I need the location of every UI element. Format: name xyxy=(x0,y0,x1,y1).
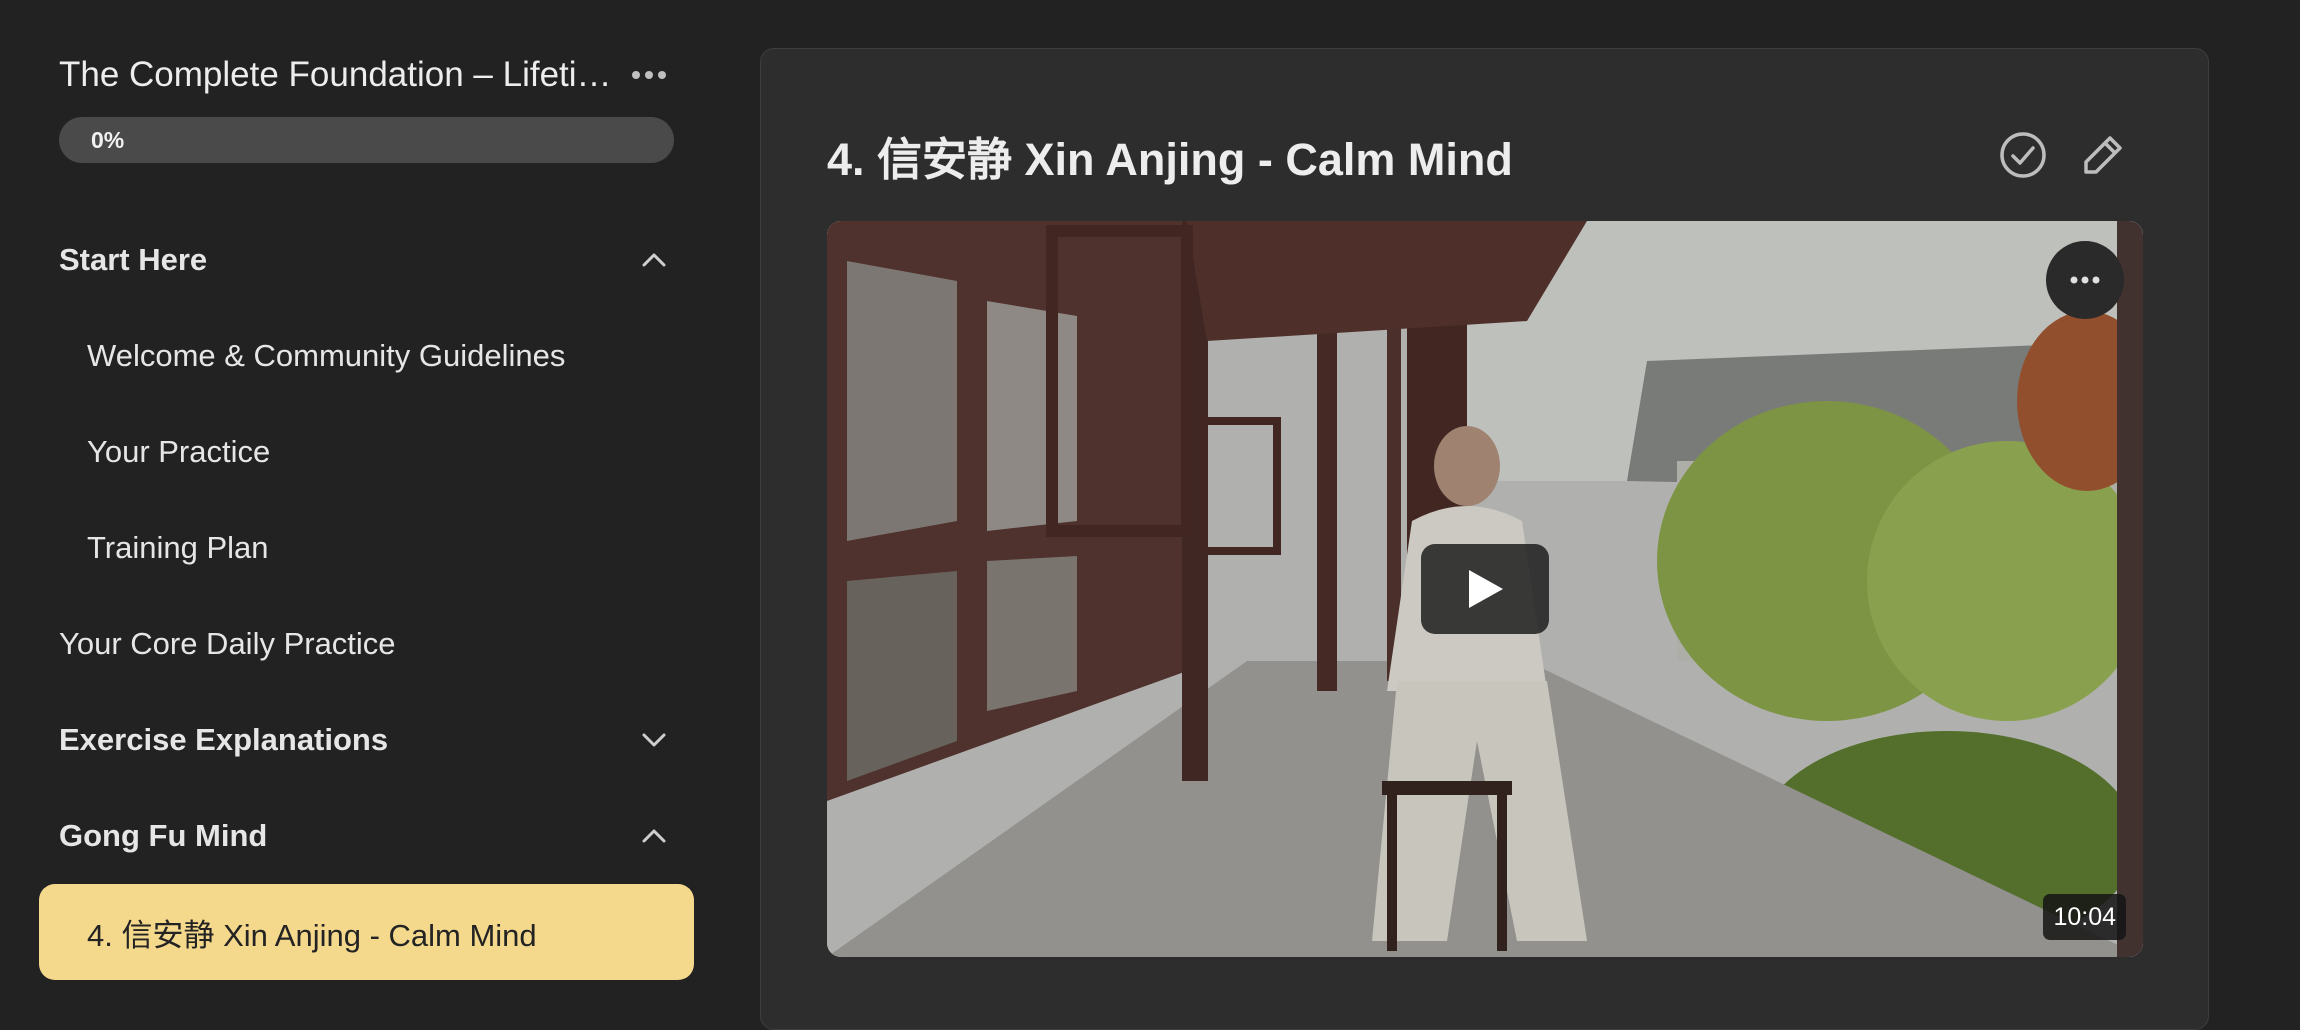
chevron-down-icon[interactable] xyxy=(634,720,674,760)
mark-complete-button[interactable] xyxy=(1995,127,2051,183)
lesson-label: Welcome & Community Guidelines xyxy=(87,338,566,373)
chevron-up-icon[interactable] xyxy=(634,240,674,280)
section-label: Start Here xyxy=(59,242,208,277)
page-label: Your Core Daily Practice xyxy=(59,626,396,661)
lesson-label: Training Plan xyxy=(87,530,269,565)
lesson-panel: 4. 信安静 Xin Anjing - Calm Mind 10:04 xyxy=(760,48,2209,1030)
more-horizontal-icon xyxy=(2070,276,2100,284)
section-exercise-explanations[interactable]: Exercise Explanations xyxy=(59,710,674,770)
course-sidebar: The Complete Foundation – Lifetime Acces… xyxy=(0,0,720,1004)
video-duration: 10:04 xyxy=(2043,894,2126,940)
course-menu-button[interactable] xyxy=(624,50,674,100)
section-label: Exercise Explanations xyxy=(59,722,389,757)
lesson-label: 4. 信安静 Xin Anjing - Calm Mind xyxy=(87,917,537,953)
lesson-xin-anjing-calm-mind[interactable]: 4. 信安静 Xin Anjing - Calm Mind xyxy=(39,884,694,980)
edit-button[interactable] xyxy=(2075,127,2131,183)
page-your-core-daily-practice[interactable]: Your Core Daily Practice xyxy=(59,614,674,674)
course-progress-bar: 0% xyxy=(59,117,674,163)
lesson-training-plan[interactable]: Training Plan xyxy=(87,518,674,578)
lesson-your-practice[interactable]: Your Practice xyxy=(87,422,674,482)
check-circle-icon xyxy=(2000,132,2046,178)
pencil-icon xyxy=(2084,136,2122,174)
section-start-here[interactable]: Start Here xyxy=(59,230,674,290)
course-title: The Complete Foundation – Lifetime Acces… xyxy=(59,55,619,94)
video-menu-button[interactable] xyxy=(2046,241,2124,319)
section-label: Gong Fu Mind xyxy=(59,818,268,853)
lesson-welcome-community-guidelines[interactable]: Welcome & Community Guidelines xyxy=(87,326,674,386)
lesson-title: 4. 信安静 Xin Anjing - Calm Mind xyxy=(827,134,1513,185)
section-gong-fu-mind[interactable]: Gong Fu Mind xyxy=(59,806,674,866)
lesson-label: Your Practice xyxy=(87,434,271,469)
play-button[interactable] xyxy=(1421,544,1549,634)
course-header: The Complete Foundation – Lifetime Acces… xyxy=(59,50,674,100)
play-icon xyxy=(1469,570,1503,608)
chevron-up-icon[interactable] xyxy=(634,816,674,856)
more-horizontal-icon xyxy=(632,71,666,79)
progress-label: 0% xyxy=(91,127,125,153)
video-player[interactable]: 10:04 xyxy=(827,221,2143,957)
